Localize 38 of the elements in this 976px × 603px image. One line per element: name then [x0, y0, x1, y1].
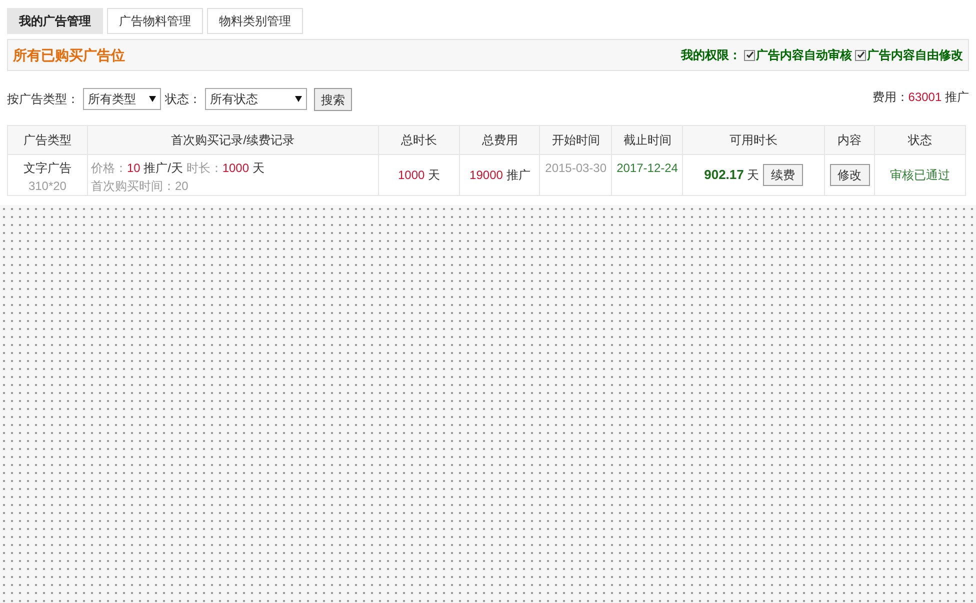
column-header: 状态 — [874, 126, 966, 154]
permission-label: 广告内容自由修改 — [867, 47, 963, 64]
type-select[interactable]: 所有类型 — [83, 88, 161, 110]
filter-label: 按广告类型： — [7, 90, 79, 108]
permissions-label: 我的权限： — [681, 47, 741, 64]
column-header: 总时长 — [378, 126, 460, 154]
first-purchase-time: 首次购买时间：20 — [90, 178, 190, 195]
renew-button[interactable]: 续费 — [763, 164, 804, 186]
filter-label: 状态： — [165, 90, 201, 108]
tab[interactable]: 我的广告管理 — [7, 8, 103, 34]
price-info: 价格：10 推广/天 时长：1000 天 — [90, 160, 266, 177]
tab[interactable]: 物料类别管理 — [207, 8, 303, 34]
column-header: 可用时长 — [682, 126, 825, 154]
caret-icon — [149, 96, 156, 102]
total-cost: 19000 推广 — [470, 168, 530, 182]
column-header: 首次购买记录/续费记录 — [87, 126, 378, 154]
ad-size: 310*20 — [27, 178, 68, 195]
column-header: 截止时间 — [612, 126, 683, 154]
checkbox[interactable] — [744, 50, 755, 60]
status-text: 审核已通过 — [890, 168, 950, 182]
ad-type: 文字广告 — [22, 160, 72, 177]
caret-icon — [295, 96, 302, 102]
edit-button[interactable]: 修改 — [830, 164, 870, 186]
page-title: 所有已购买广告位 — [13, 46, 125, 64]
permission-label: 广告内容自动审核 — [756, 47, 852, 64]
column-header: 开始时间 — [540, 126, 612, 154]
column-header: 广告类型 — [8, 126, 88, 154]
column-header: 内容 — [824, 126, 875, 154]
end-date: 2017-12-24 — [616, 161, 678, 175]
column-header: 总费用 — [460, 126, 540, 154]
total-duration: 1000 天 — [398, 168, 440, 182]
start-date: 2015-03-30 — [545, 161, 607, 175]
fee-text: 费用：63001 推广 — [872, 89, 969, 106]
checkbox[interactable] — [855, 50, 866, 60]
tab[interactable]: 广告物料管理 — [107, 8, 203, 34]
status-select[interactable]: 所有状态 — [205, 88, 307, 110]
search-button[interactable]: 搜索 — [314, 88, 352, 111]
available-duration: 902.17 天 — [704, 168, 760, 182]
